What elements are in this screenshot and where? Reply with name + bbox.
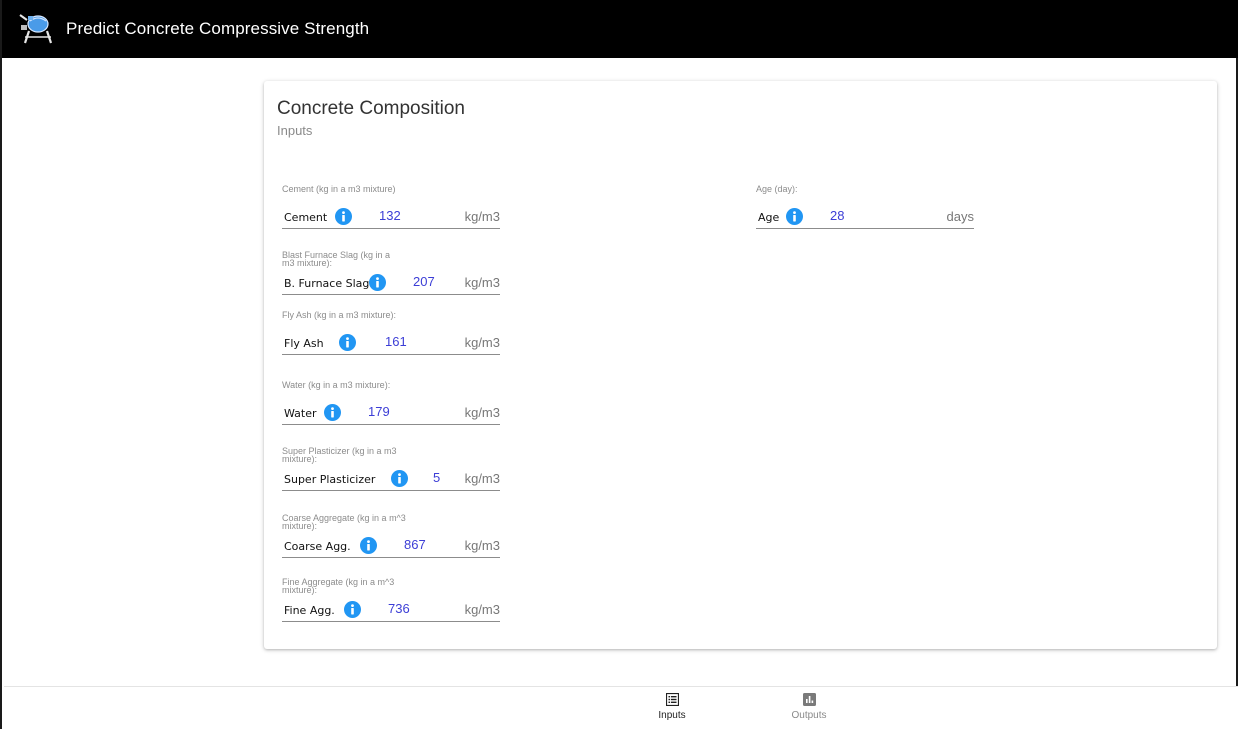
water-value[interactable]: 179 <box>368 404 390 419</box>
age-value[interactable]: 28 <box>830 208 844 223</box>
slag-value[interactable]: 207 <box>413 274 435 289</box>
card-subtitle: Inputs <box>277 123 313 138</box>
info-icon[interactable] <box>335 208 352 225</box>
cement-label: Cement <box>284 211 328 224</box>
plasticizer-label: Super Plasticizer <box>284 473 376 486</box>
age-input-row[interactable]: Age 28 days <box>756 205 974 229</box>
bar-chart-icon <box>802 693 816 706</box>
app-frame: Predict Concrete Compressive Strength Co… <box>0 0 1238 729</box>
info-icon[interactable] <box>339 334 356 351</box>
cement-unit: kg/m3 <box>464 209 500 224</box>
cement-field: Cement (kg in a m3 mixture) Cement 132 k… <box>282 185 500 229</box>
info-icon[interactable] <box>786 208 803 225</box>
water-label: Water <box>284 407 317 420</box>
water-input-row[interactable]: Water 179 kg/m3 <box>282 401 500 425</box>
fine-field: Fine Aggregate (kg in a m^3 mixture): Fi… <box>282 578 500 622</box>
fine-label: Fine Agg. <box>284 604 335 617</box>
info-icon[interactable] <box>369 274 386 291</box>
water-field: Water (kg in a m3 mixture): Water 179 kg… <box>282 381 500 425</box>
age-label: Age <box>758 211 780 224</box>
water-unit: kg/m3 <box>464 405 500 420</box>
info-icon[interactable] <box>344 601 361 618</box>
fine-unit: kg/m3 <box>464 602 500 617</box>
fine-value[interactable]: 736 <box>388 601 410 616</box>
coarse-field: Coarse Aggregate (kg in a m^3 mixture): … <box>282 514 500 558</box>
flyash-field: Fly Ash (kg in a m3 mixture): Fly Ash 16… <box>282 311 500 355</box>
slag-input-row[interactable]: B. Furnace Slag 207 kg/m3 <box>282 271 500 295</box>
cement-input-row[interactable]: Cement 132 kg/m3 <box>282 205 500 229</box>
water-caption: Water (kg in a m3 mixture): <box>282 380 391 390</box>
concrete-composition-card: Concrete Composition Inputs Cement (kg i… <box>264 81 1217 649</box>
card-title: Concrete Composition <box>277 98 465 119</box>
info-icon[interactable] <box>391 470 408 487</box>
flyash-input-row[interactable]: Fly Ash 161 kg/m3 <box>282 331 500 355</box>
flyash-caption: Fly Ash (kg in a m3 mixture): <box>282 310 397 320</box>
info-icon[interactable] <box>324 404 341 421</box>
bottom-navigation: Inputs Outputs <box>4 686 1238 729</box>
nav-inputs-label: Inputs <box>658 710 686 721</box>
plasticizer-unit: kg/m3 <box>464 471 500 486</box>
flyash-value[interactable]: 161 <box>385 334 407 349</box>
list-icon <box>665 693 679 706</box>
age-field: Age (day): Age 28 days <box>756 185 974 229</box>
plasticizer-caption: Super Plasticizer (kg in a m3 mixture): <box>282 446 397 464</box>
nav-outputs[interactable]: Outputs <box>779 693 839 721</box>
age-caption: Age (day): <box>756 184 798 194</box>
concrete-mixer-icon <box>19 14 53 44</box>
coarse-unit: kg/m3 <box>464 538 500 553</box>
cement-value[interactable]: 132 <box>379 208 401 223</box>
cement-caption: Cement (kg in a m3 mixture) <box>282 184 396 194</box>
app-title: Predict Concrete Compressive Strength <box>66 19 370 38</box>
plasticizer-field: Super Plasticizer (kg in a m3 mixture): … <box>282 447 500 491</box>
coarse-value[interactable]: 867 <box>404 537 426 552</box>
slag-caption: Blast Furnace Slag (kg in a m3 mixture): <box>282 250 391 268</box>
app-bar: Predict Concrete Compressive Strength <box>2 0 1238 58</box>
nav-inputs[interactable]: Inputs <box>642 693 702 721</box>
fine-input-row[interactable]: Fine Agg. 736 kg/m3 <box>282 598 500 622</box>
coarse-input-row[interactable]: Coarse Agg. 867 kg/m3 <box>282 534 500 558</box>
fine-caption: Fine Aggregate (kg in a m^3 mixture): <box>282 577 395 595</box>
flyash-label: Fly Ash <box>284 337 324 350</box>
plasticizer-value[interactable]: 5 <box>433 470 440 485</box>
slag-unit: kg/m3 <box>464 275 500 290</box>
plasticizer-input-row[interactable]: Super Plasticizer 5 kg/m3 <box>282 467 500 491</box>
coarse-caption: Coarse Aggregate (kg in a m^3 mixture): <box>282 513 406 531</box>
nav-outputs-label: Outputs <box>791 710 827 721</box>
slag-field: Blast Furnace Slag (kg in a m3 mixture):… <box>282 251 500 295</box>
coarse-label: Coarse Agg. <box>284 540 351 553</box>
info-icon[interactable] <box>360 537 377 554</box>
slag-label: B. Furnace Slag <box>284 277 370 290</box>
flyash-unit: kg/m3 <box>464 335 500 350</box>
age-unit: days <box>946 209 974 224</box>
